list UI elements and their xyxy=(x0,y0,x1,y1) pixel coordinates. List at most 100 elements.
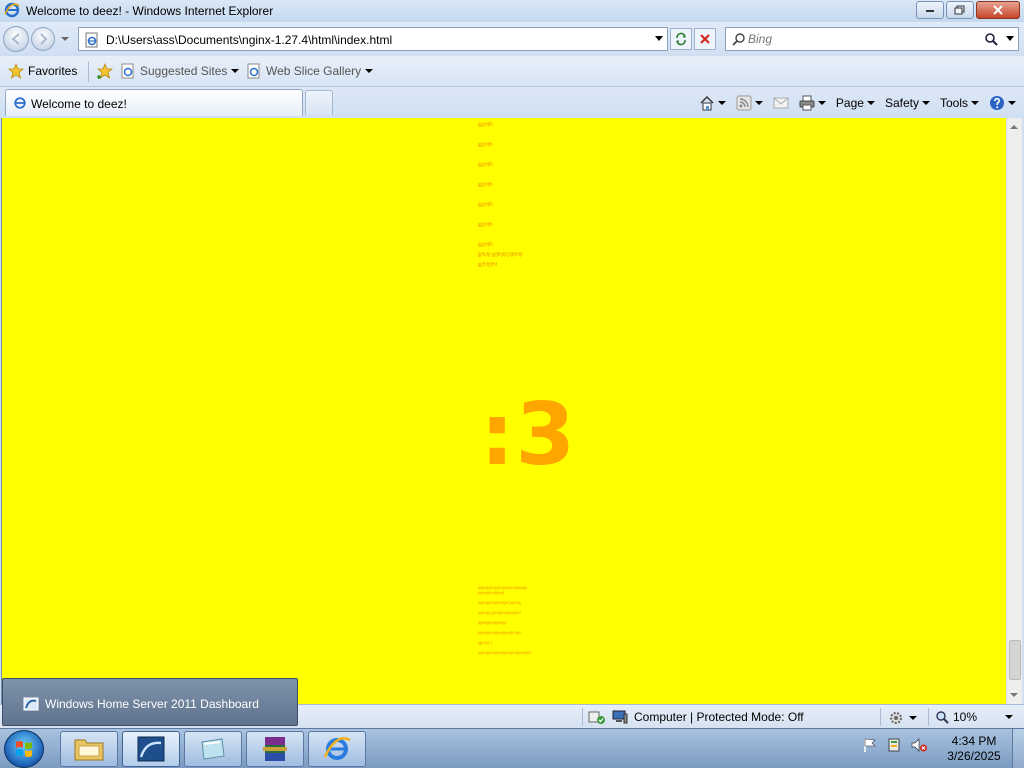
tools-chevron-down-icon xyxy=(971,101,979,105)
home-chevron-down-icon xyxy=(717,101,726,105)
favorites-button[interactable]: Favorites xyxy=(8,63,77,79)
text-line: jjjjjhfjfh xyxy=(478,122,494,128)
text-line: jjjjjhfjfh xyxy=(478,222,494,228)
paragraph: jfjfjfhfjfjfhfjfjfhfjfjf xyxy=(478,620,507,625)
tools-menu-label: Tools xyxy=(939,96,968,110)
new-tab-button[interactable] xyxy=(305,90,333,115)
back-button[interactable] xyxy=(3,26,29,52)
tools-menu[interactable]: Tools xyxy=(940,96,979,110)
security-zone[interactable]: Computer | Protected Mode: Off xyxy=(612,710,804,724)
page-chevron-down-icon xyxy=(866,101,875,105)
paragraph: jfjfjfhfjfjfhfjfjfhfjfjfhf jfjfhfjfj xyxy=(478,600,521,605)
text-line: jjjfhjfjf jjjfjfhjfjf jfjfjfhfjf xyxy=(478,252,523,258)
computer-icon xyxy=(612,710,628,724)
server-status-icon[interactable] xyxy=(886,737,902,753)
gear-icon xyxy=(890,712,902,724)
star-icon xyxy=(8,63,24,79)
zoom-magnifier-icon xyxy=(936,711,949,724)
tab-bar: Welcome to deez! Page Safety Tools xyxy=(0,87,1024,118)
start-button[interactable] xyxy=(4,730,44,768)
mail-icon xyxy=(773,97,789,109)
stop-button[interactable] xyxy=(694,28,716,50)
favorites-label: Favorites xyxy=(28,64,78,78)
add-favorite-star-icon xyxy=(96,63,114,79)
text-line: jjjjjhfjfh xyxy=(478,142,494,148)
text-line: jjjjjhfjfh xyxy=(478,182,494,188)
back-arrow-icon xyxy=(11,33,20,45)
web-slice-gallery-label: Web Slice Gallery xyxy=(266,64,362,78)
status-chevron-down-icon xyxy=(909,716,917,720)
taskbar-explorer-button[interactable] xyxy=(60,731,118,767)
scroll-down-arrow-icon[interactable] xyxy=(1010,693,1018,697)
taskbar-internet-explorer-button[interactable] xyxy=(308,731,366,767)
action-center-flag-icon[interactable] xyxy=(862,737,878,753)
text-line: jjjjfhfjfjfhf xyxy=(478,262,498,268)
feeds-button[interactable] xyxy=(736,95,763,111)
scroll-up-arrow-icon[interactable] xyxy=(1010,125,1018,129)
refresh-button[interactable] xyxy=(670,28,692,50)
taskbar-thumbnail-popup[interactable]: Windows Home Server 2011 Dashboard xyxy=(2,678,298,726)
text-line xyxy=(478,152,548,162)
window-title: Welcome to deez! - Windows Internet Expl… xyxy=(26,4,274,18)
scroll-thumb[interactable] xyxy=(1009,640,1021,680)
suggested-sites-link[interactable]: Suggested Sites xyxy=(120,63,240,79)
home-server-dashboard-item[interactable]: Windows Home Server 2011 Dashboard xyxy=(23,696,259,712)
help-icon xyxy=(990,96,1004,110)
vertical-scrollbar[interactable] xyxy=(1006,118,1022,704)
stop-x-icon xyxy=(700,34,710,44)
favorites-separator xyxy=(88,62,89,82)
address-url[interactable]: D:\Users\ass\Documents\nginx-1.27.4\html… xyxy=(106,33,392,47)
zoom-control[interactable]: 10% xyxy=(935,710,1014,724)
search-input[interactable] xyxy=(748,31,988,47)
print-chevron-down-icon xyxy=(817,101,826,105)
text-line xyxy=(478,132,548,142)
folder-icon xyxy=(74,739,104,761)
taskbar-dashboard-button[interactable] xyxy=(122,731,180,767)
forward-button[interactable] xyxy=(31,27,55,51)
search-box[interactable] xyxy=(725,27,1019,51)
address-bar[interactable]: D:\Users\ass\Documents\nginx-1.27.4\html… xyxy=(78,27,668,51)
navigation-bar: D:\Users\ass\Documents\nginx-1.27.4\html… xyxy=(0,22,1024,56)
safety-menu[interactable]: Safety xyxy=(885,96,930,110)
zoom-chevron-down-icon xyxy=(1005,715,1014,719)
system-tray xyxy=(862,737,928,753)
clock[interactable]: 4:34 PM 3/26/2025 xyxy=(944,734,1004,764)
close-window-button[interactable] xyxy=(976,1,1020,19)
show-desktop-button[interactable] xyxy=(1012,729,1024,768)
page-menu-label: Page xyxy=(835,96,864,110)
winrar-archive-icon xyxy=(263,737,287,761)
add-to-favorites-bar-button[interactable] xyxy=(96,63,114,79)
print-button[interactable] xyxy=(799,95,826,111)
help-menu[interactable] xyxy=(989,95,1016,111)
taskbar-app-button[interactable] xyxy=(184,731,242,767)
paragraph: jfjfjfhfjfjfhfjfjfhfjfjfhfjfjfhfjfjf xyxy=(478,630,521,635)
read-mail-button[interactable] xyxy=(773,97,789,109)
taskbar-winrar-button[interactable] xyxy=(246,731,304,767)
web-slice-gallery-chevron-down-icon xyxy=(365,69,374,73)
minimize-button[interactable] xyxy=(916,1,944,19)
printer-icon xyxy=(799,95,815,111)
protected-mode-icon[interactable] xyxy=(588,709,606,725)
address-chevron-down-icon[interactable] xyxy=(655,36,663,42)
clock-date: 3/26/2025 xyxy=(947,749,1001,763)
ie-page-icon xyxy=(247,63,260,79)
close-icon xyxy=(993,5,1003,15)
web-slice-gallery-link[interactable]: Web Slice Gallery xyxy=(246,63,374,79)
ie-page-icon xyxy=(85,32,98,48)
refresh-icon xyxy=(676,32,686,46)
volume-muted-icon[interactable] xyxy=(910,737,928,753)
search-go-icon[interactable] xyxy=(984,32,998,46)
page-menu[interactable]: Page xyxy=(836,96,875,110)
change-status-button[interactable] xyxy=(888,710,917,726)
search-chevron-down-icon[interactable] xyxy=(1006,36,1014,42)
home-button[interactable] xyxy=(699,95,726,111)
restore-button[interactable] xyxy=(946,1,974,19)
tab-welcome-to-deez[interactable]: Welcome to deez! xyxy=(5,89,303,116)
application-window-icon xyxy=(201,738,225,760)
ie-logo-icon xyxy=(4,2,20,18)
page-content: jjjjjhfjfh jjjjjhfjfh jjjjjhfjfh jjjjjhf… xyxy=(1,118,1006,704)
recent-pages-chevron-down-icon[interactable] xyxy=(60,34,70,44)
forward-arrow-icon xyxy=(40,33,48,45)
tab-label: Welcome to deez! xyxy=(31,97,127,111)
status-separator xyxy=(928,708,929,726)
